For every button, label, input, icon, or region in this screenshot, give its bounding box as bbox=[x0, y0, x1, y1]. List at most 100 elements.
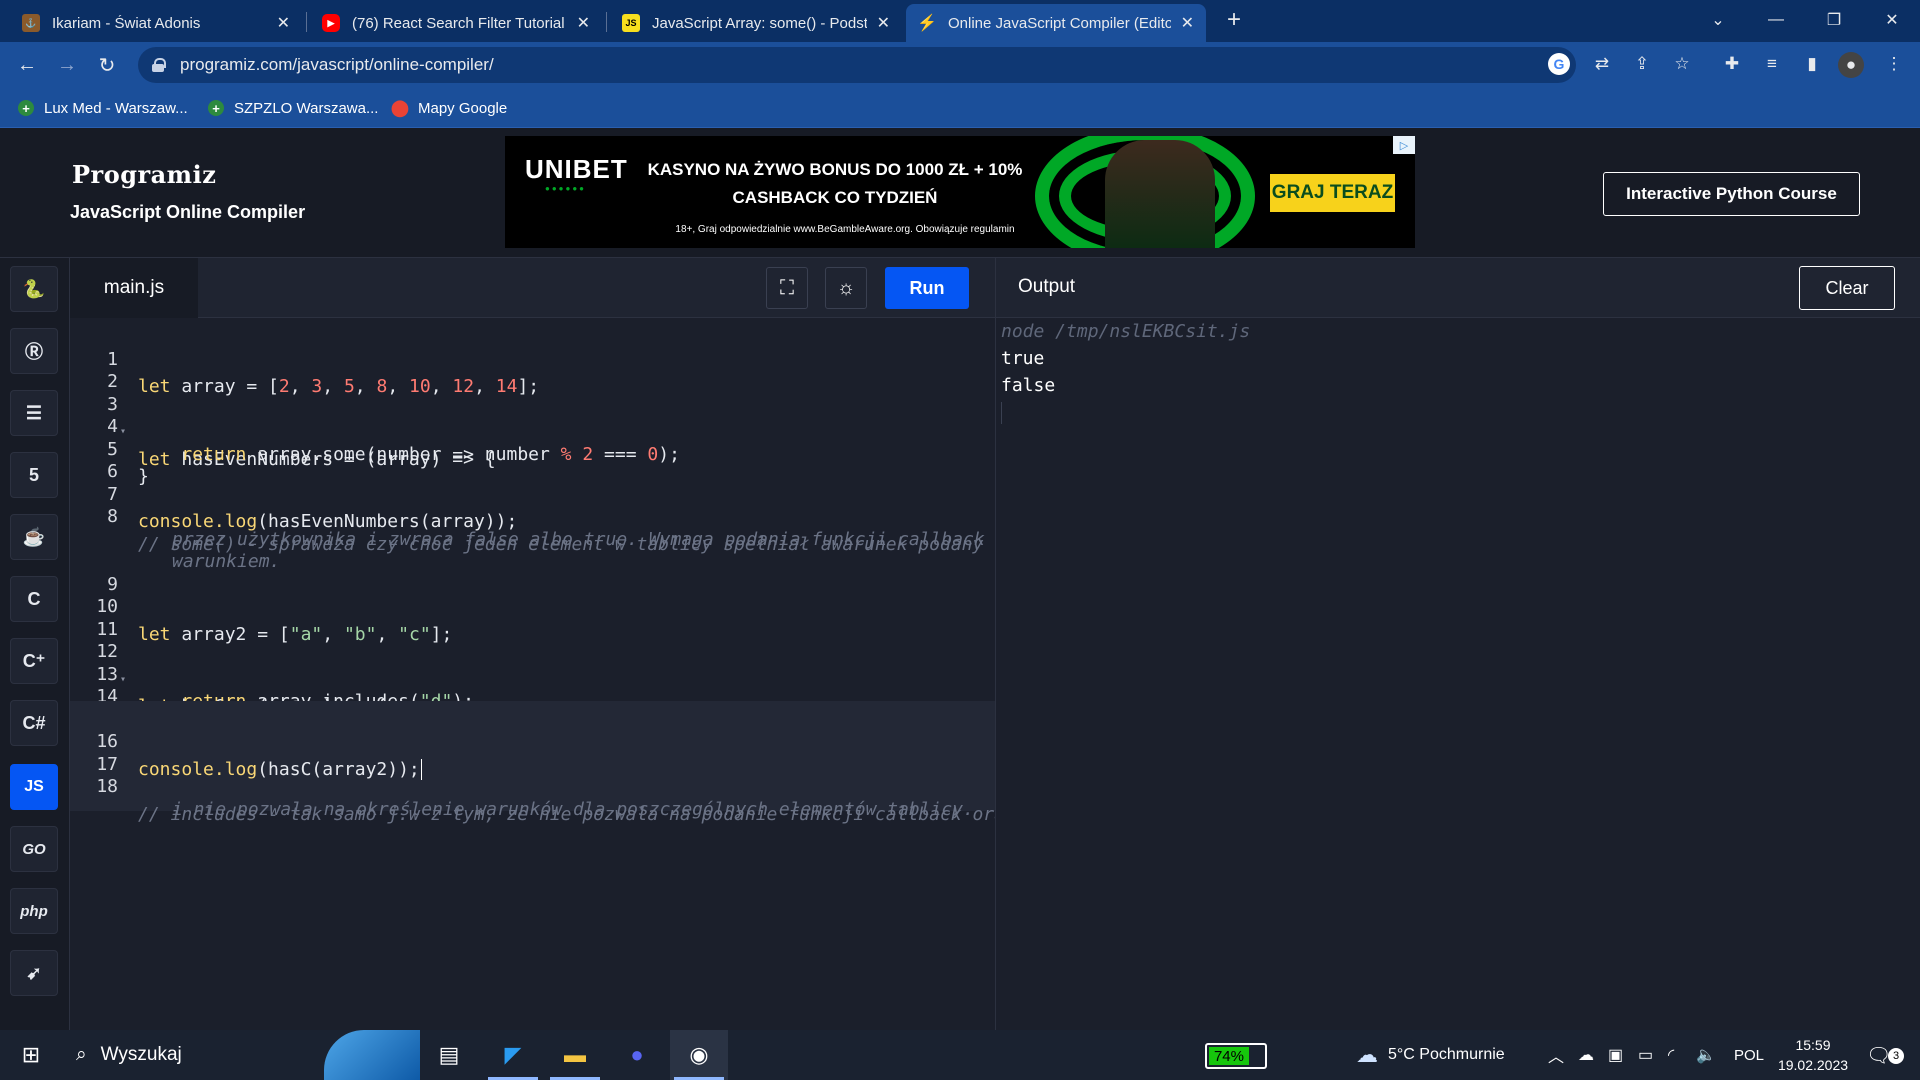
advertisement-banner[interactable]: UNIBET ●●●●●● KASYNO NA ŻYWO BONUS DO 10… bbox=[505, 136, 1415, 248]
minimize-button[interactable]: — bbox=[1748, 0, 1804, 40]
cpp-icon[interactable]: C⁺ bbox=[10, 638, 58, 684]
share-icon[interactable]: ⇪ bbox=[1628, 50, 1656, 78]
close-tab-icon[interactable]: ✕ bbox=[1181, 13, 1194, 33]
tab-title: Online JavaScript Compiler (Edito bbox=[948, 14, 1171, 32]
js-icon[interactable]: JS bbox=[10, 764, 58, 810]
close-tab-icon[interactable]: ✕ bbox=[877, 13, 890, 33]
battery-fill: 74% bbox=[1209, 1047, 1249, 1065]
google-icon[interactable]: G bbox=[1548, 53, 1570, 75]
windows-start-icon[interactable]: ⊞ bbox=[2, 1030, 60, 1080]
python-icon[interactable]: 🐍 bbox=[10, 266, 58, 312]
programiz-logo[interactable]: Programiz bbox=[72, 160, 216, 189]
bookmark-maps[interactable]: ⬤ Mapy Google bbox=[391, 96, 507, 120]
show-hidden-icons-icon[interactable]: ︿ bbox=[1548, 1030, 1564, 1080]
tab-javascript-some[interactable]: JS JavaScript Array: some() - Podsta ✕ bbox=[610, 4, 902, 42]
output-title: Output bbox=[1018, 276, 1076, 297]
tab-youtube[interactable]: ▶ (76) React Search Filter Tutorial B ✕ bbox=[310, 4, 602, 42]
volume-icon[interactable]: 🔈 bbox=[1696, 1030, 1716, 1080]
plus-icon: + bbox=[18, 100, 34, 116]
bookmarks-bar: + Lux Med - Warszaw... + SZPZLO Warszawa… bbox=[0, 88, 1920, 128]
file-explorer-icon[interactable]: ▬ bbox=[546, 1030, 604, 1080]
restore-button[interactable]: ❐ bbox=[1806, 0, 1862, 40]
task-view-icon[interactable]: ▤ bbox=[420, 1030, 478, 1080]
tab-online-compiler[interactable]: ⚡ Online JavaScript Compiler (Edito ✕ bbox=[906, 4, 1206, 42]
csharp-icon[interactable]: C# bbox=[10, 700, 58, 746]
go-icon[interactable]: GO bbox=[10, 826, 58, 872]
output-console[interactable]: node /tmp/nslEKBCsit.js true false bbox=[995, 318, 1920, 1030]
code-line-wrap[interactable]: i nie pozwala na określenie warunków dla… bbox=[70, 768, 995, 851]
vscode-icon[interactable]: ◤ bbox=[484, 1030, 542, 1080]
close-tab-icon[interactable]: ✕ bbox=[577, 13, 590, 33]
taskbar-search[interactable]: ⌕ Wyszukaj bbox=[62, 1030, 420, 1080]
battery-indicator[interactable]: 74% bbox=[1205, 1043, 1267, 1069]
network-adapter-icon[interactable]: ▣ bbox=[1608, 1030, 1623, 1080]
code-editor[interactable]: 1 let array = [2, 3, 5, 8, 10, 12, 14]; … bbox=[70, 318, 1016, 1030]
bookmark-star-icon[interactable]: ☆ bbox=[1668, 50, 1696, 78]
address-bar[interactable]: programiz.com/javascript/online-compiler… bbox=[138, 47, 1576, 83]
notification-count: 3 bbox=[1888, 1048, 1904, 1064]
editor-toolbar: main.js ⛶ ☼ Run bbox=[70, 258, 995, 318]
theme-toggle-sun-icon[interactable]: ☼ bbox=[825, 267, 867, 309]
media-queue-icon[interactable]: ≡ bbox=[1758, 50, 1786, 78]
lock-icon[interactable] bbox=[152, 58, 166, 72]
windows-taskbar: ⊞ ⌕ Wyszukaj ▤ ◤ ▬ ● ◉ 74% ☁ 5°C Pochmur… bbox=[0, 1030, 1920, 1080]
bookmark-luxmed[interactable]: + Lux Med - Warszaw... bbox=[18, 96, 188, 120]
bookmark-szpzlo[interactable]: + SZPZLO Warszawa... bbox=[208, 96, 378, 120]
clock[interactable]: 15:59 19.02.2023 bbox=[1776, 1030, 1850, 1080]
side-panel-icon[interactable]: ▮ bbox=[1798, 50, 1826, 78]
output-line: true bbox=[1001, 348, 1045, 369]
ad-cta-button[interactable]: GRAJ TERAZ bbox=[1270, 174, 1395, 212]
fullscreen-icon[interactable]: ⛶ bbox=[766, 267, 808, 309]
weather-text: 5°C Pochmurnie bbox=[1388, 1046, 1505, 1063]
input-language[interactable]: POL bbox=[1734, 1030, 1764, 1080]
tab-title: Ikariam - Świat Adonis bbox=[52, 14, 201, 32]
chrome-icon[interactable]: ◉ bbox=[670, 1030, 728, 1080]
back-arrow-icon[interactable]: ← bbox=[12, 50, 42, 80]
translate-icon[interactable]: ⇄ bbox=[1588, 50, 1616, 78]
clear-button[interactable]: Clear bbox=[1799, 266, 1895, 310]
extensions-icon[interactable]: ✚ bbox=[1718, 50, 1746, 78]
ad-headline: KASYNO NA ŻYWO BONUS DO 1000 ZŁ + 10% CA… bbox=[647, 160, 1023, 207]
close-window-button[interactable]: ✕ bbox=[1864, 0, 1920, 40]
url-text[interactable]: programiz.com/javascript/online-compiler… bbox=[180, 55, 494, 75]
swift-icon[interactable]: ➹ bbox=[10, 950, 58, 996]
ad-image bbox=[1105, 140, 1215, 248]
close-tab-icon[interactable]: ✕ bbox=[277, 13, 290, 33]
sql-icon[interactable]: ☰ bbox=[10, 390, 58, 436]
clock-date: 19.02.2023 bbox=[1777, 1057, 1849, 1073]
reload-icon[interactable]: ↻ bbox=[92, 50, 122, 80]
r-icon[interactable]: Ⓡ bbox=[10, 328, 58, 374]
js-icon: JS bbox=[622, 14, 640, 32]
java-icon[interactable]: ☕ bbox=[10, 514, 58, 560]
tab-ikariam[interactable]: ⚓ Ikariam - Świat Adonis ✕ bbox=[10, 4, 302, 42]
tab-search-icon[interactable]: ⌄ bbox=[1690, 0, 1746, 40]
interactive-python-course-button[interactable]: Interactive Python Course bbox=[1603, 172, 1860, 216]
php-icon[interactable]: php bbox=[10, 888, 58, 934]
profile-avatar-icon[interactable]: ● bbox=[1838, 52, 1864, 78]
c-icon[interactable]: C bbox=[10, 576, 58, 622]
forward-arrow-icon[interactable]: → bbox=[52, 50, 82, 80]
menu-dots-icon[interactable]: ⋮ bbox=[1880, 50, 1908, 78]
programiz-icon: ⚡ bbox=[917, 15, 937, 32]
weather-widget[interactable]: ☁ 5°C Pochmurnie bbox=[1356, 1030, 1505, 1080]
plus-icon: + bbox=[208, 100, 224, 116]
file-tab-main-js[interactable]: main.js bbox=[70, 258, 198, 318]
clock-time: 15:59 bbox=[1795, 1037, 1831, 1053]
search-highlight-image bbox=[324, 1030, 420, 1080]
discord-icon[interactable]: ● bbox=[608, 1030, 666, 1080]
page-title: JavaScript Online Compiler bbox=[70, 202, 306, 222]
onedrive-icon[interactable]: ☁ bbox=[1578, 1030, 1594, 1080]
tab-title: JavaScript Array: some() - Podsta bbox=[652, 14, 867, 32]
ad-dots: ●●●●●● bbox=[545, 184, 586, 193]
search-placeholder: Wyszukaj bbox=[100, 1044, 182, 1065]
adchoices-icon[interactable]: ▷ bbox=[1393, 136, 1415, 154]
site-header: Programiz JavaScript Online Compiler UNI… bbox=[0, 128, 1920, 258]
battery-icon[interactable]: ▭ bbox=[1638, 1030, 1653, 1080]
run-button[interactable]: Run bbox=[885, 267, 969, 309]
cloud-icon: ☁ bbox=[1356, 1042, 1378, 1067]
html5-icon[interactable]: 5 bbox=[10, 452, 58, 498]
new-tab-button[interactable]: + bbox=[1206, 0, 1262, 40]
search-icon: ⌕ bbox=[76, 1044, 87, 1065]
wifi-icon[interactable]: ◜ bbox=[1668, 1030, 1674, 1080]
maps-pin-icon: ⬤ bbox=[391, 100, 409, 117]
